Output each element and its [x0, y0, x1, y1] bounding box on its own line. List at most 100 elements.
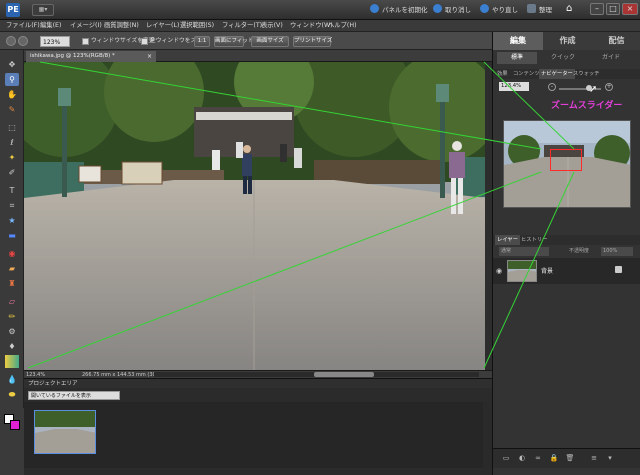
link-icon[interactable]: ∞: [533, 453, 543, 463]
delete-layer-icon[interactable]: 🗑: [565, 453, 575, 463]
smart-brush-tool[interactable]: ⚙: [5, 325, 19, 338]
reset-panels-button[interactable]: パネルを初期化: [370, 4, 428, 16]
organize-button[interactable]: 整理: [527, 4, 552, 16]
zoom-tool[interactable]: ⚲: [5, 73, 19, 86]
fill-screen-button[interactable]: 画面サイズ: [251, 36, 289, 47]
move-icon: ✥: [8, 60, 16, 69]
ptab-swatches[interactable]: スウォッチ: [571, 69, 602, 79]
undo-button[interactable]: 取り消し: [433, 4, 471, 16]
crop-tool[interactable]: ⌗: [5, 199, 19, 212]
menu-help[interactable]: ヘルプ(H): [328, 21, 357, 31]
lock-icon[interactable]: [615, 266, 622, 273]
close-button[interactable]: ×: [622, 3, 638, 15]
tab-edit[interactable]: 編集: [493, 32, 543, 50]
paint-bucket-tool[interactable]: ♦: [5, 340, 19, 353]
sponge-icon: ⬬: [8, 390, 16, 399]
workspace-menu-button[interactable]: ▦▾: [32, 4, 54, 16]
zoom-all-windows-checkbox[interactable]: [141, 38, 148, 45]
project-bin-scrollbar[interactable]: [483, 402, 492, 468]
resize-windows-checkbox[interactable]: [82, 38, 89, 45]
ptab-layers[interactable]: レイヤー: [495, 235, 521, 245]
redo-button[interactable]: やり直し: [480, 4, 518, 16]
magic-wand-tool[interactable]: ✦: [5, 151, 19, 164]
menu-view[interactable]: 表示(V): [261, 21, 283, 31]
layers-options: 通常 不透明度 100%: [497, 247, 637, 256]
tab-create[interactable]: 作成: [543, 32, 592, 50]
close-icon[interactable]: ×: [147, 51, 152, 62]
lasso-tool[interactable]: ℓ: [5, 136, 19, 149]
hand-tool[interactable]: ✋: [5, 88, 19, 101]
redo-label: やり直し: [492, 6, 518, 14]
gradient-tool[interactable]: ■: [5, 355, 19, 368]
eyedropper-icon: ✎: [8, 105, 16, 114]
ptab-history[interactable]: ヒストリー: [519, 235, 550, 245]
subtab-standard[interactable]: 標準: [497, 52, 537, 64]
maximize-button[interactable]: □: [606, 3, 620, 15]
quick-selection-tool[interactable]: ✐: [5, 166, 19, 179]
navigator-preview[interactable]: [503, 120, 631, 208]
horizontal-scroll-thumb[interactable]: [314, 372, 374, 377]
ptab-effects[interactable]: 効果: [495, 69, 510, 79]
eyedropper-tool[interactable]: ✎: [5, 103, 19, 116]
reset-panels-icon: [370, 4, 379, 13]
project-bin-dropdown[interactable]: 開いているファイルを表示: [28, 391, 120, 400]
zoom-percent-input[interactable]: 123%: [40, 36, 70, 47]
eye-icon[interactable]: ◉: [496, 267, 502, 275]
new-layer-icon[interactable]: ▭: [501, 453, 511, 463]
marquee-tool[interactable]: ⬚: [5, 121, 19, 134]
sponge-tool[interactable]: ⬬: [5, 388, 19, 401]
clone-stamp-tool[interactable]: ♜: [5, 277, 19, 290]
eraser-tool[interactable]: ▱: [5, 295, 19, 308]
subtab-quick[interactable]: クイック: [543, 52, 583, 64]
more-options-icon[interactable]: ▾: [605, 453, 615, 463]
menu-file[interactable]: ファイル(F): [6, 21, 40, 31]
minimize-button[interactable]: –: [590, 3, 604, 15]
menu-filter[interactable]: フィルター(T): [222, 21, 262, 31]
fit-screen-button[interactable]: 画面にフィット: [214, 36, 253, 47]
lock-layer-icon[interactable]: 🔒: [549, 453, 559, 463]
tab-share[interactable]: 配信: [592, 32, 640, 50]
adjustment-layer-icon[interactable]: ◐: [517, 453, 527, 463]
menu-enhance[interactable]: 画質調整(N): [104, 21, 139, 31]
home-icon[interactable]: ⌂: [566, 3, 578, 15]
zoom-out-icon[interactable]: [18, 36, 28, 46]
layer-row[interactable]: ◉ 背景: [493, 258, 640, 284]
panel-options-icon[interactable]: ≡: [589, 453, 599, 463]
straighten-tool[interactable]: ▬: [5, 229, 19, 242]
image-canvas[interactable]: [24, 62, 485, 370]
menu-layer[interactable]: レイヤー(L): [146, 21, 179, 31]
project-bin-thumbnail[interactable]: [34, 410, 96, 454]
print-size-button[interactable]: プリントサイズ: [293, 36, 332, 47]
ptab-content[interactable]: コンテンツ: [511, 69, 542, 79]
red-eye-tool[interactable]: ◉: [5, 247, 19, 260]
actual-pixels-button[interactable]: 1:1: [194, 36, 210, 47]
spot-healing-tool[interactable]: ▰: [5, 262, 19, 275]
zoom-in-icon[interactable]: +: [605, 83, 613, 91]
background-color-swatch[interactable]: [10, 420, 20, 430]
type-tool[interactable]: T: [5, 184, 19, 197]
toolbox-bottom: [0, 408, 24, 475]
ptab-navigator[interactable]: ナビゲーター: [539, 69, 575, 79]
blend-mode-select[interactable]: 通常: [499, 247, 549, 256]
move-tool[interactable]: ✥: [5, 58, 19, 71]
opacity-input[interactable]: 100%: [601, 247, 633, 256]
brush-tool[interactable]: ✏: [5, 310, 19, 323]
document-tab[interactable]: ishikawa.jpg @ 123%(RGB/8) *: [26, 51, 156, 62]
menu-select[interactable]: 選択範囲(S): [180, 21, 214, 31]
subtab-guide[interactable]: ガイド: [591, 52, 631, 64]
menu-edit[interactable]: 編集(E): [40, 21, 62, 31]
navigator-zoom-input[interactable]: 123.4%: [499, 82, 529, 91]
eraser-icon: ▱: [8, 297, 16, 306]
title-bar: PE ▦▾ パネルを初期化 取り消し やり直し 整理 ⌂ – □ ×: [0, 0, 640, 20]
cookie-cutter-tool[interactable]: ★: [5, 214, 19, 227]
blur-tool[interactable]: 💧: [5, 373, 19, 386]
gradient-icon: ■: [5, 355, 19, 368]
horizontal-scrollbar[interactable]: [154, 372, 479, 377]
zoom-out-icon[interactable]: -: [548, 83, 556, 91]
navigator-view-box[interactable]: [550, 149, 582, 171]
menu-image[interactable]: イメージ(I): [70, 21, 102, 31]
organize-label: 整理: [539, 6, 552, 14]
zoom-in-icon[interactable]: [6, 36, 16, 46]
menu-window[interactable]: ウィンドウ(W): [290, 21, 333, 31]
vertical-scrollbar[interactable]: [485, 62, 492, 370]
